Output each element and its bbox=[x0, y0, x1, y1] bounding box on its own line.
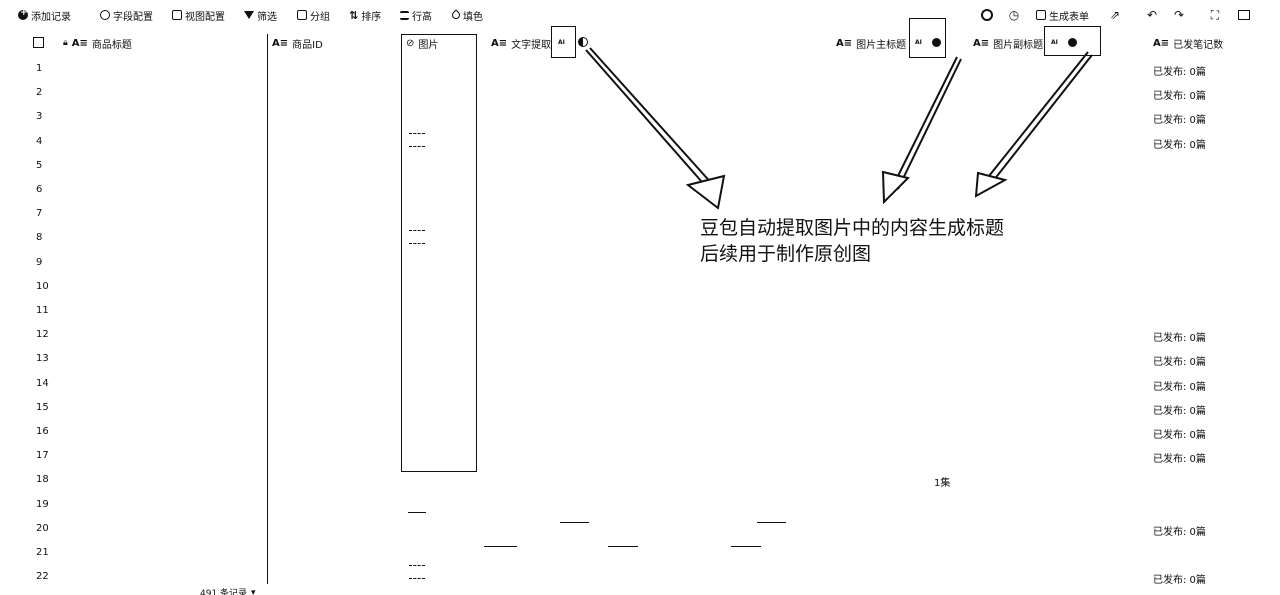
arrow-line bbox=[585, 49, 710, 191]
annotation-callout: 豆包自动提取图片中的内容生成标题 后续用于制作原创图 bbox=[700, 215, 1004, 267]
arrow-head bbox=[685, 174, 726, 210]
arrow-line bbox=[892, 56, 958, 187]
arrow-line bbox=[589, 47, 715, 187]
arrow-line bbox=[989, 54, 1093, 186]
annotation-line-2: 后续用于制作原创图 bbox=[700, 243, 872, 265]
annotation-line-1: 豆包自动提取图片中的内容生成标题 bbox=[700, 217, 1005, 239]
record-count-label: 491 条记录 bbox=[200, 589, 248, 595]
chevron-down-icon: ▾ bbox=[251, 587, 256, 595]
arrow-line bbox=[984, 51, 1089, 182]
arrow-head bbox=[881, 170, 910, 205]
annotation-arrows bbox=[585, 47, 1093, 210]
arrow-head bbox=[974, 171, 1008, 198]
record-count-footer[interactable]: 491 条记录 ▾ bbox=[200, 586, 256, 595]
arrow-line bbox=[897, 58, 962, 190]
